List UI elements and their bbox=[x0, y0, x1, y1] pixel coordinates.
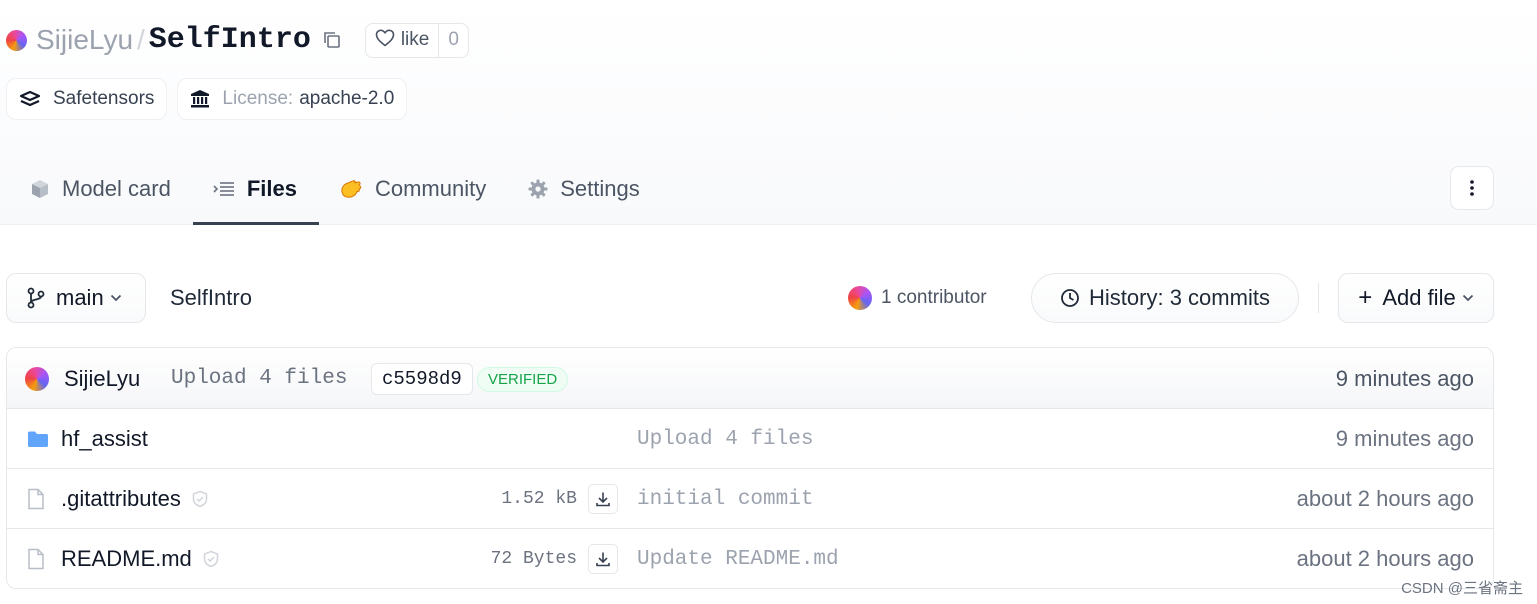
owner-avatar[interactable] bbox=[6, 29, 27, 51]
copy-icon[interactable] bbox=[321, 29, 343, 51]
wave-hand-icon bbox=[341, 179, 362, 198]
commit-hash[interactable]: c5598d9 bbox=[371, 363, 473, 395]
repo-separator: / bbox=[137, 24, 145, 55]
plus-icon: + bbox=[1358, 284, 1373, 311]
table-row[interactable]: README.md 72 Bytes Update README.md abou… bbox=[7, 529, 1493, 588]
add-file-label: Add file bbox=[1382, 285, 1456, 310]
like-count[interactable]: 0 bbox=[438, 23, 468, 57]
file-icon bbox=[27, 529, 45, 588]
tab-label: Community bbox=[374, 175, 487, 201]
file-list: SijieLyu Upload 4 files c5598d9 VERIFIED… bbox=[6, 347, 1494, 589]
tag-license[interactable]: License: apache-2.0 bbox=[177, 78, 408, 120]
tab-label: Settings bbox=[560, 175, 640, 201]
heart-icon bbox=[375, 28, 395, 52]
file-commit-message[interactable]: Upload 4 files bbox=[637, 409, 813, 469]
gear-icon bbox=[528, 179, 548, 198]
file-size: 72 Bytes bbox=[490, 549, 577, 569]
tab-community[interactable]: Community bbox=[319, 152, 508, 225]
history-label: History: 3 commits bbox=[1089, 285, 1270, 310]
branch-selector[interactable]: main bbox=[6, 273, 146, 323]
last-commit-row: SijieLyu Upload 4 files c5598d9 VERIFIED… bbox=[7, 348, 1493, 409]
branch-name: main bbox=[56, 285, 104, 310]
git-branch-icon bbox=[27, 287, 45, 309]
verified-badge: VERIFIED bbox=[477, 367, 569, 392]
repo-tabs: Model card Files Community Settings bbox=[10, 152, 662, 225]
more-options-button[interactable] bbox=[1450, 166, 1494, 210]
repo-tags: Safetensors License: apache-2.0 bbox=[6, 78, 408, 120]
file-commit-message[interactable]: Update README.md bbox=[637, 529, 839, 588]
tag-label: Safetensors bbox=[53, 88, 155, 109]
shield-check-icon bbox=[203, 550, 219, 568]
file-time: about 2 hours ago bbox=[1296, 486, 1474, 511]
file-name[interactable]: .gitattributes bbox=[61, 486, 181, 512]
repo-title-row: SijieLyu / SelfIntro like 0 bbox=[6, 20, 469, 60]
shield-check-icon bbox=[192, 490, 208, 508]
history-button[interactable]: History: 3 commits bbox=[1031, 273, 1299, 323]
table-row[interactable]: .gitattributes 1.52 kB initial commit ab… bbox=[7, 469, 1493, 529]
commit-author-avatar[interactable] bbox=[25, 348, 49, 409]
commit-author[interactable]: SijieLyu bbox=[64, 348, 140, 409]
tab-label: Files bbox=[246, 175, 297, 201]
download-button[interactable] bbox=[588, 484, 618, 514]
files-icon bbox=[213, 181, 234, 196]
download-icon bbox=[596, 492, 610, 507]
file-name-cell[interactable]: .gitattributes bbox=[61, 469, 208, 529]
add-file-button[interactable]: + Add file bbox=[1338, 273, 1494, 323]
file-time: 9 minutes ago bbox=[1335, 426, 1474, 451]
repo-owner-link[interactable]: SijieLyu bbox=[36, 24, 133, 56]
contributors-label: 1 contributor bbox=[881, 287, 987, 308]
file-icon bbox=[27, 469, 45, 529]
file-name[interactable]: README.md bbox=[61, 546, 192, 572]
kebab-menu-icon bbox=[1470, 180, 1474, 196]
tab-files[interactable]: Files bbox=[192, 152, 320, 225]
download-button[interactable] bbox=[588, 544, 618, 574]
folder-icon bbox=[27, 409, 49, 469]
like-button-main[interactable]: like bbox=[366, 24, 439, 57]
toolbar-divider bbox=[1318, 283, 1319, 313]
bank-icon bbox=[191, 90, 210, 108]
tab-settings[interactable]: Settings bbox=[508, 152, 662, 225]
license-value: apache-2.0 bbox=[299, 88, 395, 109]
chevron-down-icon bbox=[1462, 294, 1473, 302]
chevron-down-icon bbox=[110, 294, 121, 302]
clock-icon bbox=[1061, 289, 1079, 307]
watermark: CSDN @三省斋主 bbox=[1401, 580, 1523, 597]
like-button[interactable]: like 0 bbox=[364, 22, 469, 58]
like-label: like bbox=[400, 29, 430, 50]
cube-icon bbox=[32, 179, 48, 198]
download-icon bbox=[596, 552, 610, 567]
contributors-link[interactable]: 1 contributor bbox=[848, 273, 987, 323]
tag-safetensors[interactable]: Safetensors bbox=[6, 78, 168, 120]
contributor-avatar bbox=[848, 286, 872, 310]
file-size: 1.52 kB bbox=[501, 489, 577, 509]
file-name[interactable]: hf_assist bbox=[61, 409, 148, 469]
path-breadcrumb[interactable]: SelfIntro bbox=[170, 273, 252, 323]
tab-label: Model card bbox=[62, 175, 171, 201]
file-commit-message[interactable]: initial commit bbox=[637, 469, 813, 529]
files-toolbar: main SelfIntro 1 contributor History: 3 … bbox=[6, 273, 1494, 323]
tab-model-card[interactable]: Model card bbox=[10, 152, 193, 225]
table-row[interactable]: hf_assist Upload 4 files 9 minutes ago bbox=[7, 409, 1493, 469]
repo-name-link[interactable]: SelfIntro bbox=[149, 23, 311, 57]
commit-time: 9 minutes ago bbox=[1335, 365, 1474, 391]
commit-message[interactable]: Upload 4 files bbox=[171, 348, 347, 409]
layers-icon bbox=[19, 90, 41, 107]
file-name-cell[interactable]: README.md bbox=[61, 529, 219, 588]
license-prefix: License: bbox=[222, 88, 294, 109]
